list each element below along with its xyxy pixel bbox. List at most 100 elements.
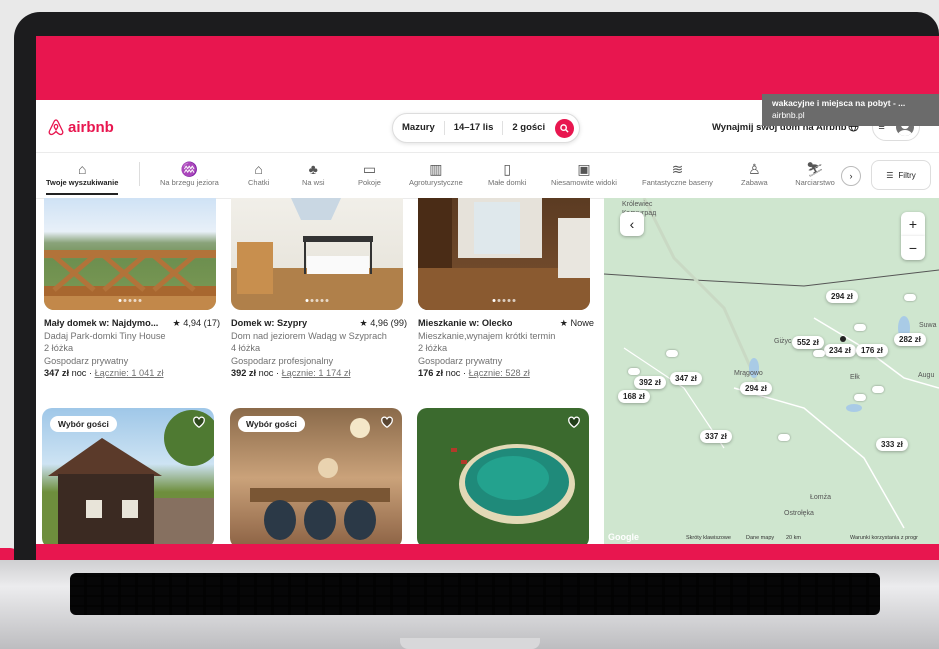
map-marker[interactable] <box>854 394 866 401</box>
category-label: Małe domki <box>488 178 527 187</box>
map-marker[interactable] <box>666 350 678 357</box>
category-label: Pokoje <box>358 178 381 187</box>
map-price-marker[interactable]: 176 zł <box>856 344 888 357</box>
category-cabins[interactable]: ⌂ Chatki <box>248 160 269 187</box>
map-terms-link[interactable]: Warunki korzystania z progr <box>850 535 918 541</box>
listing-rating: ★ Nowe <box>559 318 594 328</box>
listing-beds: 2 łóżka <box>418 343 448 353</box>
map-collapse-button[interactable]: ‹ <box>620 212 644 236</box>
category-rooms[interactable]: ▭ Pokoje <box>358 160 381 187</box>
category-tiny-homes[interactable]: ▯ Małe domki <box>488 160 526 187</box>
category-countryside[interactable]: ♣ Na wsi <box>302 160 325 187</box>
pool-icon: ≋ <box>671 161 684 177</box>
search-bar[interactable]: Mazury 14–17 lis 2 gości <box>392 113 580 143</box>
heart-icon[interactable] <box>380 415 394 429</box>
airbnb-logo[interactable]: airbnb <box>48 119 114 136</box>
map-price-marker[interactable]: 333 zł <box>876 438 908 451</box>
carousel-dots <box>118 299 142 302</box>
listing-title: Mały domek w: Najdymo... <box>44 318 159 328</box>
map-label: Augu <box>918 372 935 379</box>
price-total[interactable]: Łącznie: 1 041 zł <box>95 368 164 378</box>
plus-icon: + <box>908 216 918 232</box>
guest-favorite-badge: Wybór gości <box>50 416 117 432</box>
map-marker[interactable] <box>778 434 790 441</box>
map-marker[interactable] <box>872 386 884 393</box>
search-icon <box>560 123 569 133</box>
search-guests[interactable]: 2 gości <box>503 121 554 135</box>
pink-banner-top <box>36 36 939 100</box>
laptop-trackpad-edge <box>400 638 540 649</box>
zoom-in-button[interactable]: + <box>901 212 925 236</box>
map-marker[interactable] <box>904 294 916 301</box>
listing-host: Gospodarz profesjonalny <box>231 355 334 366</box>
search-location[interactable]: Mazury <box>393 121 445 135</box>
listing-beds: 4 łóżka <box>231 343 261 353</box>
listing-host: Gospodarz prywatny <box>44 355 129 366</box>
map-price-marker[interactable]: 552 zł <box>792 336 824 349</box>
listing-photo[interactable]: Wybór gości <box>42 408 214 548</box>
category-label: Narciarstwo <box>795 178 835 187</box>
sliders-icon: ☰ <box>886 170 894 180</box>
price-total[interactable]: Łącznie: 528 zł <box>469 368 530 378</box>
category-amazing-views[interactable]: ▣ Niesamowite widoki <box>551 160 617 187</box>
map-label: Ostrołęka <box>784 510 814 517</box>
filters-label: Filtry <box>898 170 916 180</box>
category-label: Twoje wyszukiwanie <box>46 178 119 187</box>
map-marker[interactable] <box>813 350 825 357</box>
farm-icon: ▥ <box>429 161 443 177</box>
listing-photo[interactable] <box>231 198 403 310</box>
map-price-marker[interactable]: 347 zł <box>670 372 702 385</box>
listing-info: Mieszkanie w: Olecko ★ Nowe Mieszkanie,wy… <box>418 317 594 380</box>
tooltip-url: airbnb.pl <box>772 110 805 120</box>
carousel-dots <box>305 299 329 302</box>
chevron-right-icon: › <box>849 171 853 181</box>
map-price-marker[interactable]: 294 zł <box>740 382 772 395</box>
guest-favorite-badge: Wybór gości <box>238 416 305 432</box>
category-ski[interactable]: ⛷ Narciarstwo <box>793 160 837 187</box>
map-shortcuts-link[interactable]: Skróty klawiszowe <box>686 535 731 541</box>
zoom-out-button[interactable]: − <box>901 236 925 260</box>
listing-photo[interactable] <box>418 198 590 310</box>
lake-icon: ♒ <box>180 161 199 177</box>
map-price-marker[interactable]: 234 zł <box>824 344 856 357</box>
map-marker[interactable] <box>854 324 866 331</box>
listing-title: Domek w: Szypry <box>231 318 308 328</box>
category-label: Fantastyczne baseny <box>642 178 713 187</box>
category-farms[interactable]: ▥ Agroturystyczne <box>409 160 463 187</box>
map[interactable]: Królewiec Калинград Giżyc Mrągowo Ełk Ło… <box>604 198 939 544</box>
logo-text: airbnb <box>68 119 114 136</box>
listing-photo[interactable] <box>44 198 216 310</box>
listing-photo[interactable]: Wybór gości <box>230 408 402 548</box>
map-price-marker[interactable]: 282 zł <box>894 333 926 346</box>
cabin-icon: ⌂ <box>254 161 263 177</box>
current-location-dot <box>840 336 846 342</box>
category-play[interactable]: ♙ Zabawa <box>741 160 768 187</box>
listing-info: Mały domek w: Najdymo... ★ 4,94 (17) Dada… <box>44 317 220 380</box>
map-price-marker[interactable]: 168 zł <box>618 390 650 403</box>
map-price-marker[interactable]: 294 zł <box>826 290 858 303</box>
scroll-right-button[interactable]: › <box>841 166 861 186</box>
category-label: Niesamowite widoki <box>551 178 617 187</box>
category-bar: ⌂ Twoje wyszukiwanie ♒ Na brzegu jeziora ⌂… <box>36 154 939 199</box>
listing-title: Mieszkanie w: Olecko <box>418 318 513 328</box>
map-price-marker[interactable]: 392 zł <box>634 376 666 389</box>
play-icon: ♙ <box>748 161 761 177</box>
filters-button[interactable]: ☰ Filtry <box>871 160 931 190</box>
listing-price: 392 zł noc · Łącznie: 1 174 zł <box>231 367 407 380</box>
category-your-search[interactable]: ⌂ Twoje wyszukiwanie <box>46 160 118 195</box>
category-lakefront[interactable]: ♒ Na brzegu jeziora <box>160 160 219 187</box>
heart-icon[interactable] <box>567 415 581 429</box>
tiny-home-icon: ▯ <box>503 161 512 177</box>
category-pools[interactable]: ≋ Fantastyczne baseny <box>642 160 713 187</box>
map-price-marker[interactable]: 337 zł <box>700 430 732 443</box>
carousel-dots <box>492 299 516 302</box>
search-dates[interactable]: 14–17 lis <box>445 121 504 135</box>
map-label: Łomża <box>810 494 832 501</box>
price-total[interactable]: Łącznie: 1 174 zł <box>282 368 351 378</box>
map-marker[interactable] <box>628 368 640 375</box>
divider <box>139 162 140 186</box>
listing-photo[interactable] <box>417 408 589 548</box>
heart-icon[interactable] <box>192 415 206 429</box>
search-button[interactable] <box>555 118 574 138</box>
map-data-link[interactable]: Dane mapy <box>746 535 774 541</box>
